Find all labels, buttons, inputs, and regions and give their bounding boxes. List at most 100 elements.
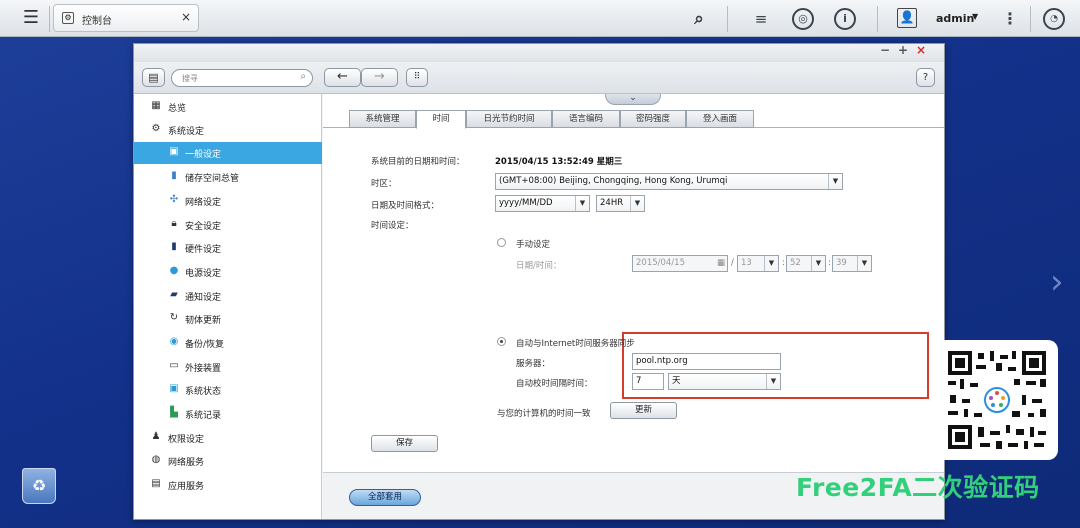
manual-hour-select[interactable]: 13 ▼ xyxy=(737,255,779,272)
auto-sync-radio[interactable] xyxy=(497,337,506,346)
timezone-select[interactable]: (GMT+08:00) Beijing, Chongqing, Hong Kon… xyxy=(495,173,843,190)
back-button[interactable]: ← xyxy=(324,68,361,87)
window-titlebar[interactable]: − + × xyxy=(134,43,944,62)
lock-icon: 🔒︎ xyxy=(171,218,177,229)
sidebar-item-external-device[interactable]: ▭ 外接装置 xyxy=(134,356,322,378)
recycle-bin-icon[interactable]: ♻ xyxy=(22,468,56,504)
separator: : xyxy=(828,258,831,268)
timezone-value: (GMT+08:00) Beijing, Chongqing, Hong Kon… xyxy=(499,176,728,186)
apply-all-button[interactable]: 全部套用 xyxy=(349,489,421,506)
sidebar-item-hardware[interactable]: ▮ 硬件设定 xyxy=(134,237,322,259)
tab-system-admin[interactable]: 系统管理 xyxy=(349,110,416,128)
sidebar-item-system-status[interactable]: ▣ 系统状态 xyxy=(134,379,322,401)
search-icon[interactable]: ⌕ xyxy=(688,8,710,30)
log-icon: ▙ xyxy=(170,407,178,418)
interval-value: 7 xyxy=(636,376,642,386)
date-format-select[interactable]: yyyy/MM/DD ▼ xyxy=(495,195,590,212)
manual-minute-select[interactable]: 52 ▼ xyxy=(786,255,826,272)
sidebar-item-label: 网络服务 xyxy=(168,458,205,468)
timezone-label: 时区： xyxy=(371,179,397,189)
manual-radio[interactable] xyxy=(497,238,506,247)
sync-pc-label: 与您的计算机的时间一致 xyxy=(497,409,591,419)
window-toolbar: ▤ 搜寻 ⌕ ← → ⠿ ? xyxy=(134,62,944,94)
control-panel-tab[interactable]: ⚙ 控制台 × xyxy=(53,4,199,32)
sidebar-item-network-services[interactable]: ◍ 网络服务 xyxy=(134,450,322,472)
tab-time[interactable]: 时间 xyxy=(416,110,466,129)
sidebar-item-label: 硬件设定 xyxy=(185,245,222,255)
tab-daylight-saving[interactable]: 日光节约时间 xyxy=(466,110,552,128)
maximize-icon[interactable]: + xyxy=(898,43,908,57)
sidebar-item-label: 储存空间总管 xyxy=(185,174,240,184)
sidebar-item-general-settings[interactable]: ▣ 一般设定 xyxy=(134,142,322,164)
manual-date-input[interactable]: 2015/04/15 ▦ xyxy=(632,255,728,272)
external-device-icon[interactable]: ◎ xyxy=(792,8,814,30)
minimize-icon[interactable]: − xyxy=(880,43,890,57)
manual-second-select[interactable]: 39 ▼ xyxy=(832,255,872,272)
interval-unit-select[interactable]: 天 ▼ xyxy=(668,373,781,390)
sidebar-item-privilege[interactable]: ♟ 权限设定 xyxy=(134,427,322,449)
firmware-icon: ↻ xyxy=(169,312,179,323)
sidebar-item-security[interactable]: 🔒︎ 安全设定 xyxy=(134,214,322,236)
background-task-icon[interactable]: ≡ xyxy=(750,8,772,30)
time-setting-label: 时间设定： xyxy=(371,221,414,231)
sidebar-item-app-services[interactable]: ▤ 应用服务 xyxy=(134,474,322,496)
sidebar-item-system-log[interactable]: ▙ 系统记录 xyxy=(134,403,322,425)
current-datetime-label: 系统目前的日期和时间： xyxy=(371,157,465,167)
search-input[interactable]: 搜寻 ⌕ xyxy=(171,69,313,87)
apps-grid-icon[interactable]: ⠿ xyxy=(406,68,428,87)
search-icon: ⌕ xyxy=(300,71,306,82)
more-options-icon[interactable]: ⋮ xyxy=(999,8,1021,30)
date-format-value: yyyy/MM/DD xyxy=(499,198,553,208)
close-window-icon[interactable]: × xyxy=(916,43,926,57)
tab-language-encoding[interactable]: 语言编码 xyxy=(552,110,620,128)
watermark-brand-text: Free2FA二次验证码 xyxy=(796,473,1040,502)
interval-unit-value: 天 xyxy=(672,376,681,386)
tab-password-strength[interactable]: 密码强度 xyxy=(620,110,686,128)
chevron-down-icon: ▼ xyxy=(811,256,825,271)
close-tab-icon[interactable]: × xyxy=(181,10,191,24)
sidebar-item-label: 网络设定 xyxy=(185,198,222,208)
tab-login-screen[interactable]: 登入画面 xyxy=(686,110,754,128)
interval-input[interactable]: 7 xyxy=(632,373,664,390)
sidebar-item-label: 总览 xyxy=(168,104,187,114)
chevron-down-icon: ▼ xyxy=(857,256,871,271)
sidebar-toggle-icon[interactable]: ▤ xyxy=(142,68,165,87)
manual-datetime-label: 日期/时间： xyxy=(516,261,562,271)
sidebar-item-backup[interactable]: ◉ 备份/恢复 xyxy=(134,332,322,354)
ntp-server-input[interactable]: pool.ntp.org xyxy=(632,353,781,370)
sidebar-item-overview[interactable]: ▦ 总览 xyxy=(134,96,322,118)
save-button[interactable]: 保存 xyxy=(371,435,438,452)
help-button[interactable]: ? xyxy=(916,68,935,87)
storage-icon: ▮ xyxy=(171,170,177,181)
chevron-down-icon[interactable]: ▼ xyxy=(972,12,978,21)
divider xyxy=(1030,6,1031,32)
sidebar-item-label: 应用服务 xyxy=(168,482,205,492)
time-format-select[interactable]: 24HR ▼ xyxy=(596,195,645,212)
info-icon[interactable]: i xyxy=(834,8,856,30)
user-avatar-icon[interactable]: 👤 xyxy=(897,8,917,28)
sidebar-item-notification[interactable]: ▰ 通知设定 xyxy=(134,285,322,307)
globe-icon: ◍ xyxy=(151,454,161,465)
sidebar-item-label: 电源设定 xyxy=(185,269,222,279)
sidebar-item-label: 系统状态 xyxy=(185,387,222,397)
sidebar-item-system-settings[interactable]: ⚙ 系统设定 xyxy=(134,119,322,141)
forward-button[interactable]: → xyxy=(361,68,398,87)
separator: : xyxy=(782,258,785,268)
user-icon: ♟ xyxy=(151,431,161,442)
hamburger-menu-icon[interactable]: ☰ xyxy=(20,8,42,28)
calendar-icon: ▦ xyxy=(716,258,725,268)
sidebar-item-label: 权限设定 xyxy=(168,435,205,445)
chevron-right-icon[interactable]: › xyxy=(1050,262,1064,302)
update-button[interactable]: 更新 xyxy=(610,402,677,419)
network-icon: ✣ xyxy=(169,194,179,205)
bulb-icon: ● xyxy=(169,265,179,276)
sidebar-item-storage[interactable]: ▮ 储存空间总管 xyxy=(134,166,322,188)
sidebar-item-power[interactable]: ● 电源设定 xyxy=(134,261,322,283)
app-service-icon: ▤ xyxy=(151,478,161,489)
collapse-chevron-icon[interactable]: ⌄ xyxy=(605,94,661,105)
settings-subtabs: 系统管理 时间 日光节约时间 语言编码 密码强度 登入画面 xyxy=(323,108,944,129)
sidebar-item-network[interactable]: ✣ 网络设定 xyxy=(134,190,322,212)
dashboard-gauge-icon[interactable]: ◔ xyxy=(1043,8,1065,30)
sidebar-item-firmware[interactable]: ↻ 韧体更新 xyxy=(134,308,322,330)
user-name[interactable]: admin xyxy=(936,12,974,25)
